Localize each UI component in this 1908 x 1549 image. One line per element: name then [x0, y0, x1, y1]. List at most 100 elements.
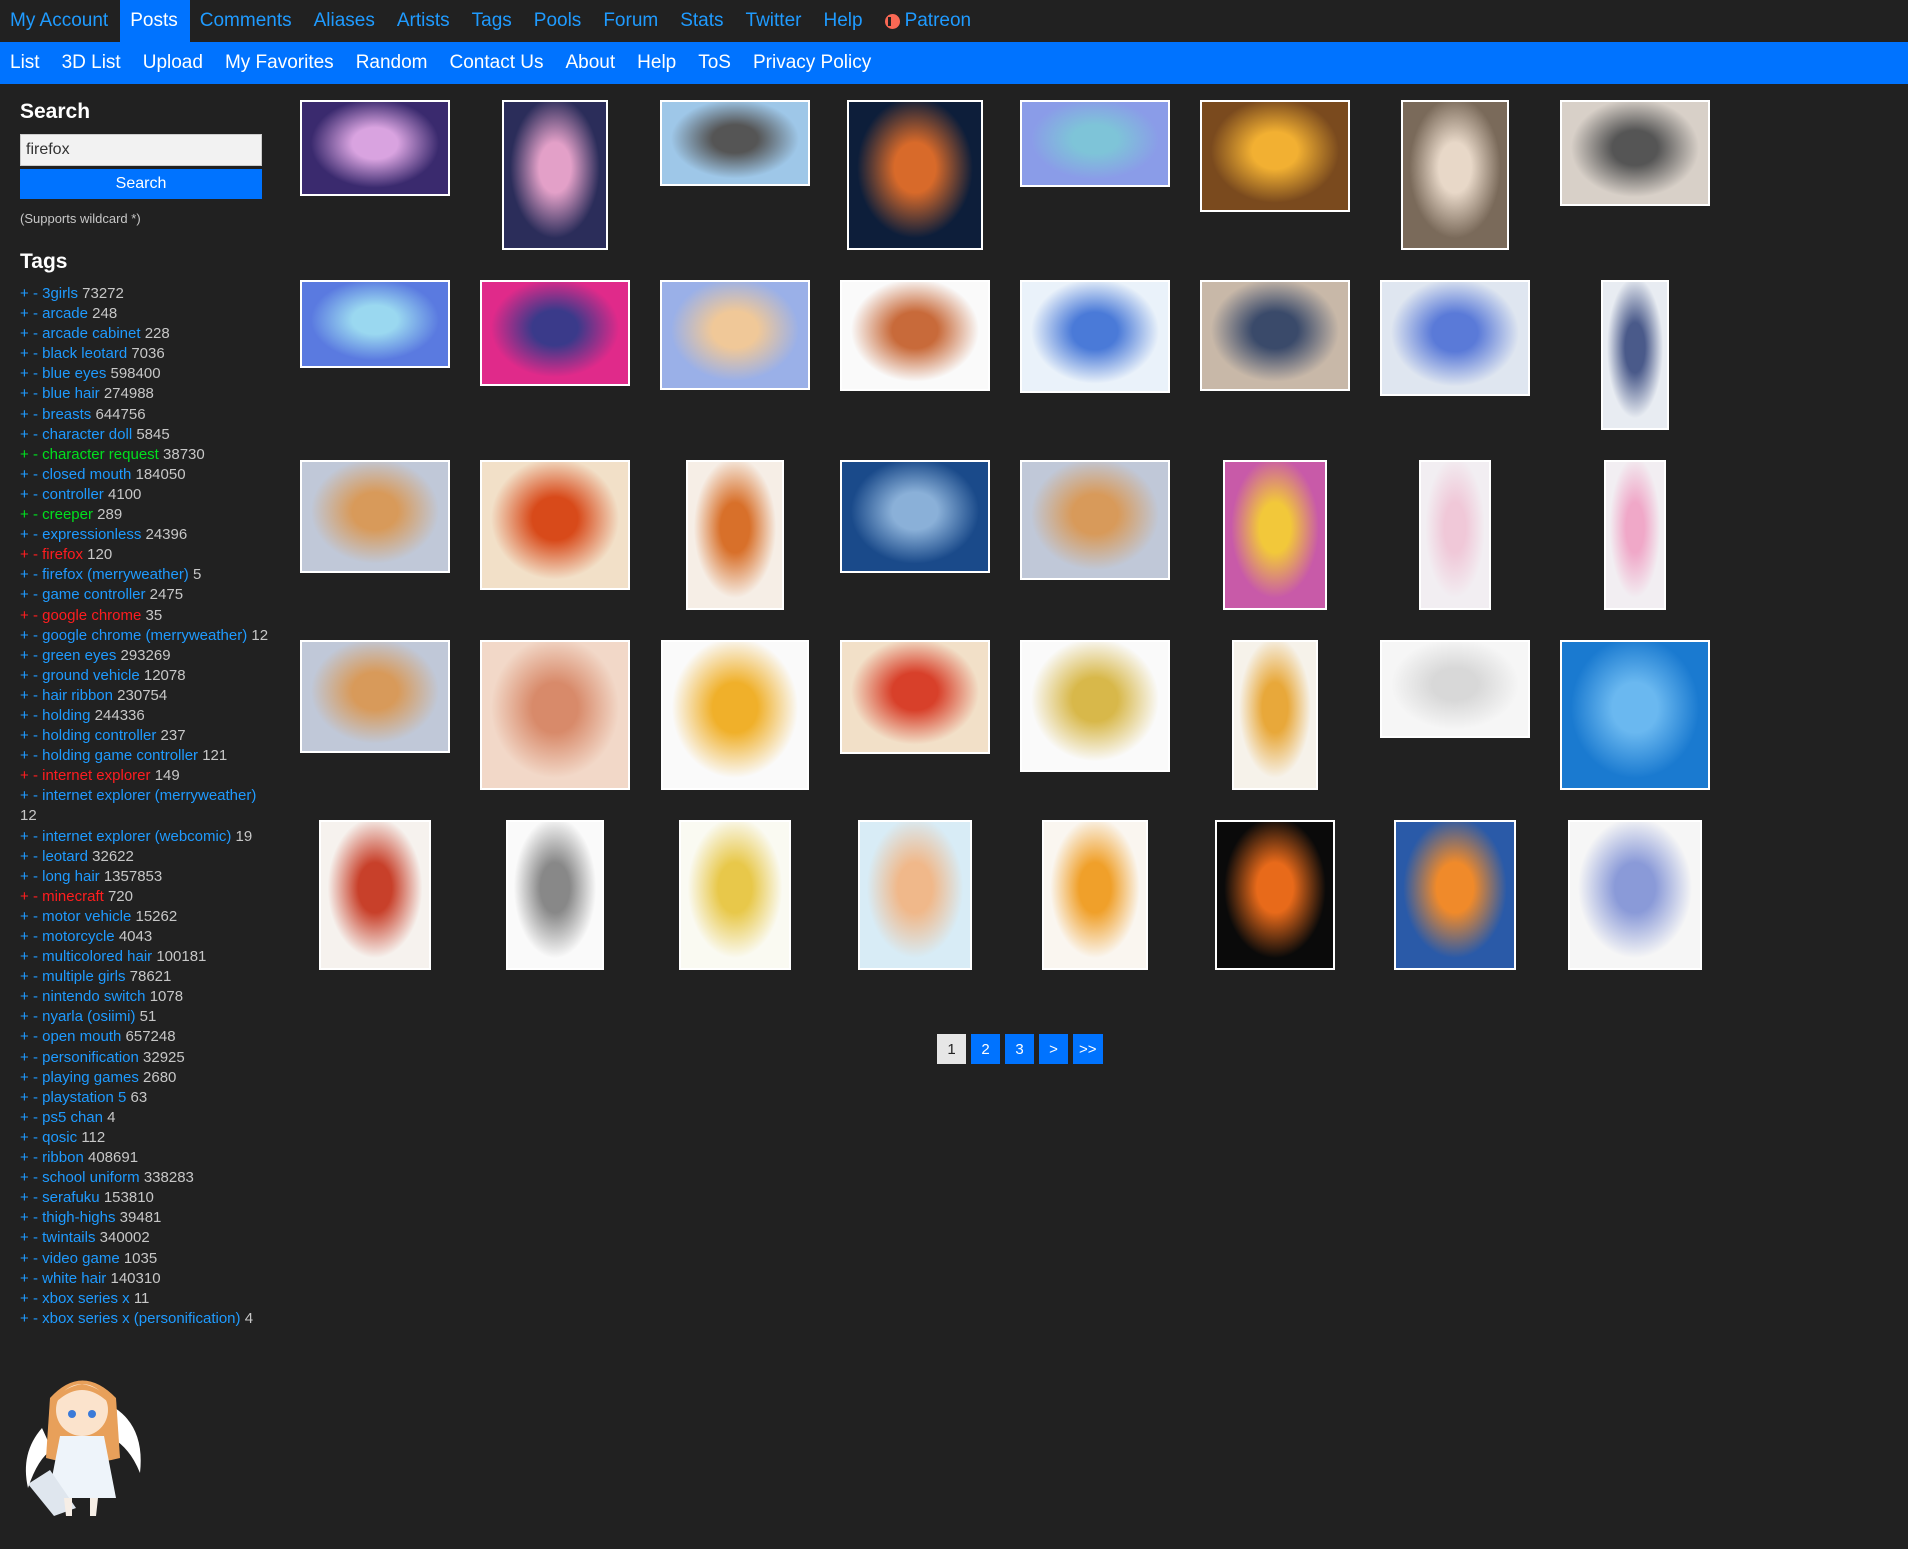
tag-add-button[interactable]: +	[20, 526, 29, 543]
tag-link[interactable]: ground vehicle	[42, 667, 140, 684]
tag-exclude-button[interactable]: -	[33, 607, 38, 624]
tag-add-button[interactable]: +	[20, 466, 29, 483]
tag-exclude-button[interactable]: -	[33, 1049, 38, 1066]
post-thumbnail[interactable]	[840, 460, 990, 610]
page-2-button[interactable]: 2	[971, 1034, 1000, 1064]
tag-add-button[interactable]: +	[20, 988, 29, 1005]
tag-exclude-button[interactable]: -	[33, 988, 38, 1005]
tag-link[interactable]: black leotard	[42, 345, 127, 362]
tag-add-button[interactable]: +	[20, 908, 29, 925]
tag-exclude-button[interactable]: -	[33, 727, 38, 744]
tag-link[interactable]: xbox series x	[42, 1290, 130, 1307]
tag-exclude-button[interactable]: -	[33, 868, 38, 885]
tag-add-button[interactable]: +	[20, 747, 29, 764]
tag-exclude-button[interactable]: -	[33, 1129, 38, 1146]
tag-exclude-button[interactable]: -	[33, 385, 38, 402]
post-thumbnail[interactable]	[300, 820, 450, 970]
tag-add-button[interactable]: +	[20, 365, 29, 382]
tag-link[interactable]: internet explorer (webcomic)	[42, 828, 231, 845]
tag-add-button[interactable]: +	[20, 1310, 29, 1327]
tag-link[interactable]: controller	[42, 486, 104, 503]
tag-exclude-button[interactable]: -	[33, 1028, 38, 1045]
tag-link[interactable]: google chrome	[42, 607, 141, 624]
tag-link[interactable]: playstation 5	[42, 1089, 126, 1106]
tag-link[interactable]: blue hair	[42, 385, 100, 402]
tag-add-button[interactable]: +	[20, 305, 29, 322]
tag-add-button[interactable]: +	[20, 1049, 29, 1066]
tag-link[interactable]: video game	[42, 1250, 120, 1267]
post-thumbnail[interactable]	[300, 280, 450, 430]
post-thumbnail[interactable]	[1560, 820, 1710, 970]
tag-add-button[interactable]: +	[20, 767, 29, 784]
tag-link[interactable]: green eyes	[42, 647, 116, 664]
tag-add-button[interactable]: +	[20, 486, 29, 503]
tag-add-button[interactable]: +	[20, 285, 29, 302]
subnav-contact-us[interactable]: Contact Us	[440, 52, 556, 74]
tag-exclude-button[interactable]: -	[33, 1189, 38, 1206]
nav-stats[interactable]: Stats	[670, 0, 735, 42]
tag-add-button[interactable]: +	[20, 506, 29, 523]
post-thumbnail[interactable]	[480, 100, 630, 250]
subnav-upload[interactable]: Upload	[133, 52, 215, 74]
post-thumbnail[interactable]	[1020, 280, 1170, 430]
tag-link[interactable]: creeper	[42, 506, 93, 523]
tag-exclude-button[interactable]: -	[33, 647, 38, 664]
subnav-privacy-policy[interactable]: Privacy Policy	[743, 52, 883, 74]
tag-exclude-button[interactable]: -	[33, 1209, 38, 1226]
post-thumbnail[interactable]	[840, 820, 990, 970]
tag-exclude-button[interactable]: -	[33, 687, 38, 704]
tag-add-button[interactable]: +	[20, 1069, 29, 1086]
tag-exclude-button[interactable]: -	[33, 928, 38, 945]
tag-exclude-button[interactable]: -	[33, 1069, 38, 1086]
tag-link[interactable]: motorcycle	[42, 928, 115, 945]
nav-pools[interactable]: Pools	[524, 0, 594, 42]
tag-exclude-button[interactable]: -	[33, 506, 38, 523]
tag-add-button[interactable]: +	[20, 426, 29, 443]
post-thumbnail[interactable]	[1020, 640, 1170, 790]
post-thumbnail[interactable]	[1200, 460, 1350, 610]
tag-exclude-button[interactable]: -	[33, 627, 38, 644]
tag-link[interactable]: blue eyes	[42, 365, 106, 382]
post-thumbnail[interactable]	[1380, 280, 1530, 430]
tag-exclude-button[interactable]: -	[33, 285, 38, 302]
tag-exclude-button[interactable]: -	[33, 888, 38, 905]
post-thumbnail[interactable]	[300, 640, 450, 790]
tag-add-button[interactable]: +	[20, 647, 29, 664]
tag-add-button[interactable]: +	[20, 1028, 29, 1045]
tag-link[interactable]: nintendo switch	[42, 988, 145, 1005]
tag-link[interactable]: motor vehicle	[42, 908, 131, 925]
post-thumbnail[interactable]	[660, 100, 810, 250]
tag-add-button[interactable]: +	[20, 727, 29, 744]
tag-exclude-button[interactable]: -	[33, 345, 38, 362]
tag-add-button[interactable]: +	[20, 325, 29, 342]
post-thumbnail[interactable]	[1380, 100, 1530, 250]
tag-add-button[interactable]: +	[20, 1250, 29, 1267]
post-thumbnail[interactable]	[1020, 100, 1170, 250]
tag-exclude-button[interactable]: -	[33, 1089, 38, 1106]
post-thumbnail[interactable]	[480, 460, 630, 610]
tag-link[interactable]: multiple girls	[42, 968, 125, 985]
search-input[interactable]	[20, 134, 262, 166]
post-thumbnail[interactable]	[1380, 640, 1530, 790]
nav-my-account[interactable]: My Account	[0, 0, 120, 42]
tag-add-button[interactable]: +	[20, 1229, 29, 1246]
tag-exclude-button[interactable]: -	[33, 1229, 38, 1246]
tag-exclude-button[interactable]: -	[33, 767, 38, 784]
tag-exclude-button[interactable]: -	[33, 848, 38, 865]
nav-help[interactable]: Help	[813, 0, 874, 42]
tag-add-button[interactable]: +	[20, 1149, 29, 1166]
tag-exclude-button[interactable]: -	[33, 305, 38, 322]
tag-link[interactable]: hair ribbon	[42, 687, 113, 704]
subnav-random[interactable]: Random	[346, 52, 440, 74]
post-thumbnail[interactable]	[1020, 820, 1170, 970]
search-button[interactable]: Search	[20, 169, 262, 199]
tag-add-button[interactable]: +	[20, 406, 29, 423]
tag-link[interactable]: playing games	[42, 1069, 139, 1086]
tag-link[interactable]: thigh-highs	[42, 1209, 115, 1226]
tag-link[interactable]: serafuku	[42, 1189, 100, 1206]
tag-add-button[interactable]: +	[20, 1209, 29, 1226]
next-page-button[interactable]: >	[1039, 1034, 1068, 1064]
tag-add-button[interactable]: +	[20, 1109, 29, 1126]
tag-link[interactable]: multicolored hair	[42, 948, 152, 965]
tag-exclude-button[interactable]: -	[33, 968, 38, 985]
